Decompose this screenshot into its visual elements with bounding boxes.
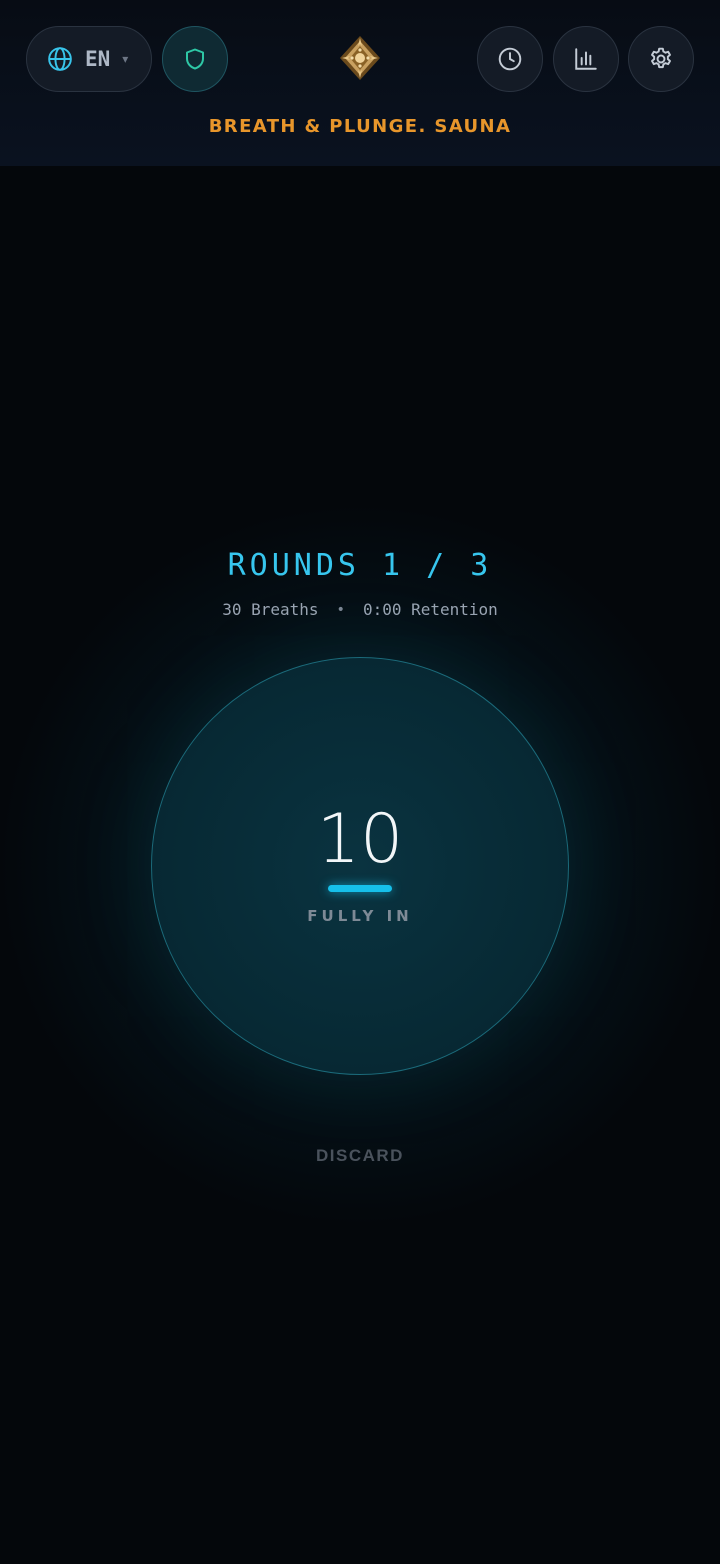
history-button[interactable] bbox=[477, 26, 543, 92]
language-selector[interactable]: EN ▾ bbox=[26, 26, 152, 92]
language-code: EN bbox=[85, 47, 111, 71]
brand-title: BREATH & PLUNGE. SAUNA bbox=[208, 116, 512, 137]
breaths-count: 30 Breaths bbox=[222, 600, 319, 619]
chevron-down-icon: ▾ bbox=[122, 52, 129, 66]
globe-icon bbox=[47, 46, 73, 72]
session-meta: 30 Breaths • 0:00 Retention bbox=[0, 600, 720, 619]
breath-count: 10 bbox=[316, 800, 404, 879]
shield-button[interactable] bbox=[162, 26, 228, 92]
meta-separator: • bbox=[336, 601, 345, 618]
retention-time: 0:00 Retention bbox=[362, 600, 498, 619]
bar-chart-icon bbox=[573, 46, 599, 72]
stats-button[interactable] bbox=[553, 26, 619, 92]
breath-phase-label: FULLY IN bbox=[307, 907, 413, 925]
settings-button[interactable] bbox=[628, 26, 694, 92]
breathing-session-screen: EN ▾ BREATH & PLUNGE. SAUNA ROUNDS 1 / 3… bbox=[0, 0, 720, 1564]
ornament-logo bbox=[336, 34, 384, 82]
top-bar: EN ▾ BREATH & PLUNGE. SAUNA bbox=[0, 0, 720, 166]
discard-button[interactable]: DISCARD bbox=[300, 1146, 420, 1166]
clock-icon bbox=[497, 46, 523, 72]
gear-icon bbox=[648, 46, 674, 72]
breath-indicator-bar bbox=[328, 885, 392, 892]
rounds-counter: ROUNDS 1 / 3 bbox=[227, 548, 493, 583]
shield-icon bbox=[183, 47, 207, 71]
